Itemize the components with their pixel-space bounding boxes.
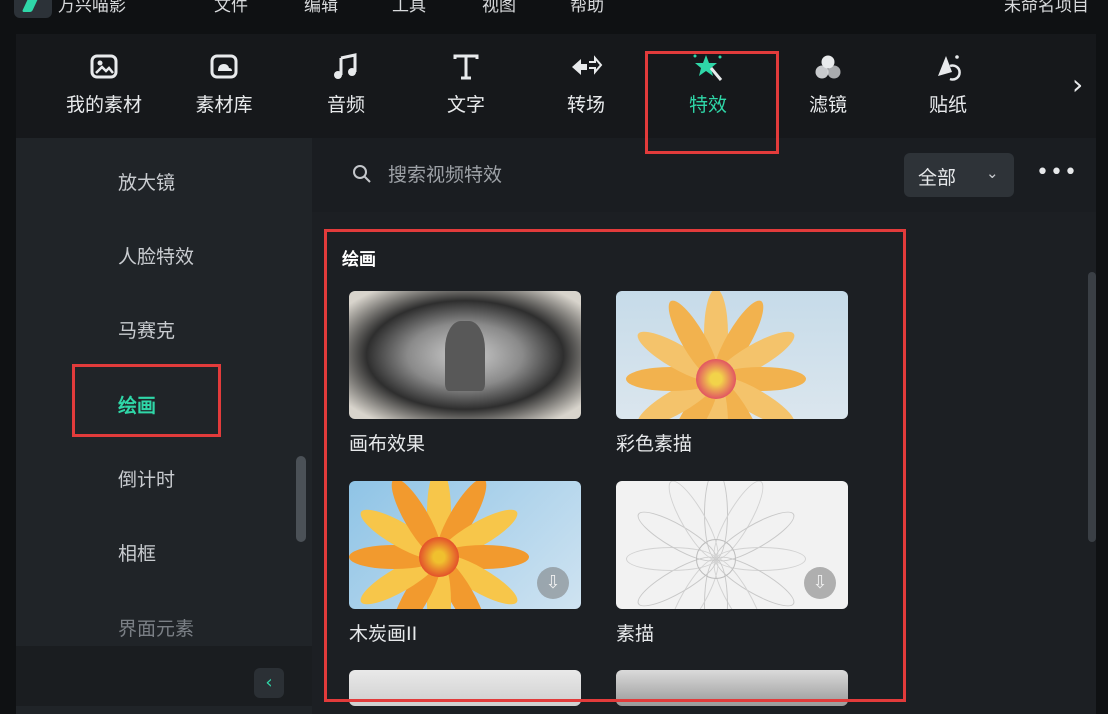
tool-label: 素材库 xyxy=(195,94,253,116)
annotation-box-painting-category xyxy=(72,364,221,437)
search-icon xyxy=(352,164,372,189)
sidebar-item-frames[interactable]: 相框 xyxy=(118,539,156,566)
tool-audio[interactable]: 音频 xyxy=(296,52,396,117)
app-logo-icon xyxy=(14,0,52,18)
tool-label: 贴纸 xyxy=(928,94,967,116)
tool-filter[interactable]: 滤镜 xyxy=(778,52,878,117)
tool-library[interactable]: 素材库 xyxy=(174,52,274,117)
sticker-icon xyxy=(898,52,998,90)
text-icon xyxy=(416,52,516,90)
sidebar-item-countdown[interactable]: 倒计时 xyxy=(118,465,175,492)
project-title: 未命名项目 xyxy=(1004,0,1089,16)
more-options-icon[interactable]: ••• xyxy=(1036,160,1078,185)
chevron-right-icon[interactable]: › xyxy=(1072,68,1083,101)
menu-help[interactable]: 帮助 xyxy=(570,0,604,16)
tool-label: 转场 xyxy=(566,94,605,116)
tool-transition[interactable]: 转场 xyxy=(536,52,636,117)
sidebar-item-magnifier[interactable]: 放大镜 xyxy=(118,168,175,195)
my-media-icon xyxy=(54,52,154,90)
search-input[interactable] xyxy=(388,160,768,190)
menu-edit[interactable]: 编辑 xyxy=(304,0,338,16)
chevron-down-icon: ⌄ xyxy=(986,164,999,182)
sidebar-item-mosaic[interactable]: 马赛克 xyxy=(118,316,175,343)
annotation-box-effects-tab xyxy=(645,51,779,154)
music-note-icon xyxy=(296,52,396,90)
filter-label: 全部 xyxy=(918,167,957,189)
tool-label: 滤镜 xyxy=(808,94,847,116)
menu-tools[interactable]: 工具 xyxy=(392,0,426,16)
transition-icon xyxy=(536,52,636,90)
menu-view[interactable]: 视图 xyxy=(482,0,516,16)
tool-label: 音频 xyxy=(326,94,365,116)
content-scrollbar[interactable] xyxy=(1088,272,1096,542)
sidebar-scrollbar[interactable] xyxy=(296,456,306,542)
tool-my-media[interactable]: 我的素材 xyxy=(54,52,154,117)
annotation-box-effects-grid xyxy=(324,229,906,702)
tool-sticker[interactable]: 贴纸 xyxy=(898,52,998,117)
sidebar-item-ui-elements[interactable]: 界面元素 xyxy=(118,614,194,641)
filter-dropdown[interactable]: 全部 ⌄ xyxy=(904,153,1014,197)
collapse-sidebar-button[interactable]: ‹ xyxy=(254,668,284,698)
filter-icon xyxy=(778,52,878,90)
menu-file[interactable]: 文件 xyxy=(214,0,248,16)
menu-bar: 万兴喵影 文件 编辑 工具 视图 帮助 未命名项目 xyxy=(0,0,1108,34)
library-icon xyxy=(174,52,274,90)
tool-text[interactable]: 文字 xyxy=(416,52,516,117)
tool-label: 我的素材 xyxy=(65,94,142,116)
menu-app-name[interactable]: 万兴喵影 xyxy=(58,0,126,16)
tool-label: 文字 xyxy=(446,94,485,116)
sidebar-item-face-effects[interactable]: 人脸特效 xyxy=(118,242,194,269)
